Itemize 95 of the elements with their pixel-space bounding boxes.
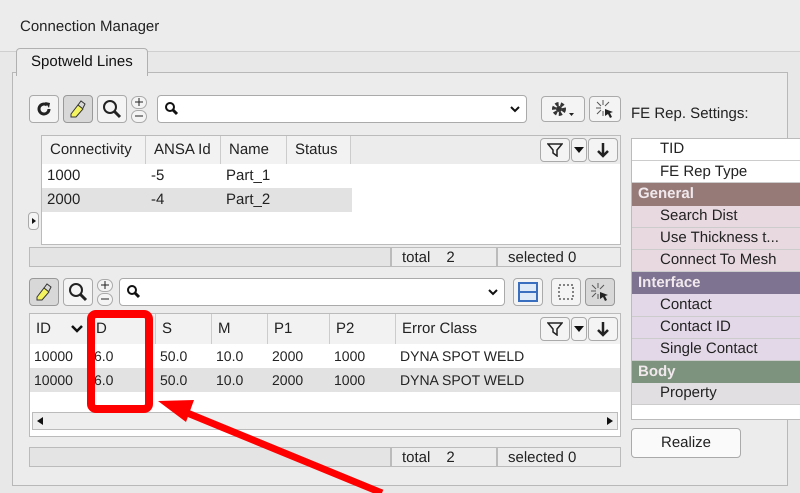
table-cell: 2000 [47, 190, 80, 208]
highlighter-icon [34, 282, 54, 302]
zoom-in-button[interactable] [97, 278, 113, 292]
search-field[interactable] [157, 95, 527, 123]
table-cell: DYNA SPOT WELD [400, 372, 524, 388]
cursor-sparkle-icon [595, 99, 615, 119]
property-name: Contact ID [660, 316, 731, 337]
right-triangle-icon [607, 417, 613, 425]
table-cell: 10.0 [216, 348, 244, 364]
table-cell: 1000 [47, 166, 80, 184]
panel-label: FE Rep. Settings: [631, 104, 750, 123]
zoom-out-button[interactable] [131, 110, 147, 122]
sort-caret-icon [71, 325, 83, 333]
total-value: 2 [446, 450, 455, 464]
filter-icon [547, 143, 563, 157]
property-name: Contact [660, 294, 712, 315]
filter-menu-button[interactable] [571, 138, 587, 162]
property-name: TID [660, 139, 684, 160]
table-cell: 1000 [334, 372, 366, 388]
table-cell: 6.0 [94, 348, 114, 364]
refresh-button[interactable] [29, 95, 59, 123]
right-triangle-icon [32, 218, 36, 224]
group-header[interactable]: Interface [632, 272, 800, 294]
column-header[interactable]: P2 [336, 318, 354, 340]
magnifier-icon [101, 98, 123, 120]
window-title: Connection Manager [20, 17, 160, 37]
table-cell: 1000 [334, 348, 366, 364]
zoom-button[interactable] [63, 278, 93, 306]
property-name: Use Thickness t... [660, 228, 779, 248]
down-arrow-icon [596, 321, 610, 337]
plus-icon [135, 98, 143, 106]
expand-button[interactable] [28, 212, 39, 230]
property-name: Single Contact [660, 339, 758, 360]
total-value: 2 [446, 250, 455, 264]
selected-count: selected 0 [497, 447, 621, 467]
table-cell: DYNA SPOT WELD [400, 348, 524, 364]
property-name: Search Dist [660, 206, 738, 226]
column-header[interactable]: P1 [274, 318, 292, 340]
search-field[interactable] [119, 278, 505, 306]
table-cell: 6.0 [94, 372, 114, 388]
property-name: FE Rep Type [660, 162, 748, 182]
property-name: Connect To Mesh [660, 250, 776, 270]
realize-button[interactable]: Realize [631, 428, 741, 458]
pick-button[interactable] [585, 278, 615, 306]
table-cell: Part_1 [226, 166, 270, 184]
settings-button[interactable] [541, 96, 585, 122]
tab[interactable]: Spotweld Lines [16, 48, 148, 76]
box-select-button[interactable] [551, 278, 581, 306]
zoom-in-button[interactable] [131, 96, 147, 108]
magnifier-icon [67, 281, 89, 303]
layout-button[interactable] [513, 278, 543, 306]
column-header[interactable]: Error Class [402, 318, 478, 340]
highlighter-icon [68, 99, 88, 119]
column-header[interactable]: M [218, 318, 230, 340]
filter-button[interactable] [540, 317, 570, 341]
table-cell: -5 [151, 166, 164, 184]
split-window-icon [518, 282, 538, 302]
column-header[interactable]: D [96, 318, 107, 340]
plus-icon [101, 281, 109, 289]
caret-icon [574, 326, 584, 332]
table-cell: 2000 [272, 372, 304, 388]
dropdown-caret-icon [510, 106, 520, 112]
total-label: total [402, 250, 430, 264]
caret-icon [574, 147, 584, 153]
left-triangle-icon [37, 417, 43, 425]
table-cell: 2000 [272, 348, 304, 364]
down-arrow-icon [596, 142, 610, 158]
pick-button[interactable] [589, 96, 621, 122]
table-cell: 10000 [34, 372, 73, 388]
dropdown-caret-icon [488, 288, 498, 296]
settings-icon [550, 100, 576, 118]
table-cell: 50.0 [160, 348, 188, 364]
filter-icon [547, 322, 563, 336]
column-header[interactable]: S [162, 318, 172, 340]
refresh-icon [35, 100, 53, 118]
highlight-button[interactable] [63, 95, 93, 123]
highlight-button[interactable] [29, 278, 59, 306]
horizontal-scrollbar[interactable] [32, 412, 618, 430]
table-cell: Part_2 [226, 190, 270, 208]
table-cell: 50.0 [160, 372, 188, 388]
filter-button[interactable] [540, 138, 570, 162]
selected-count: selected 0 [497, 247, 621, 267]
sort-button[interactable] [588, 138, 618, 162]
zoom-button[interactable] [97, 95, 127, 123]
cursor-sparkle-icon [590, 282, 610, 302]
filter-menu-button[interactable] [571, 317, 587, 341]
total-label: total [402, 450, 430, 464]
column-header[interactable]: ID [36, 318, 51, 340]
dashed-rectangle-icon [556, 282, 576, 302]
table-cell: -4 [151, 190, 164, 208]
sort-button[interactable] [588, 317, 618, 341]
table-cell: 10.0 [216, 372, 244, 388]
zoom-out-button[interactable] [97, 292, 113, 306]
table-cell: 10000 [34, 348, 73, 364]
property-name: Property [660, 383, 717, 404]
